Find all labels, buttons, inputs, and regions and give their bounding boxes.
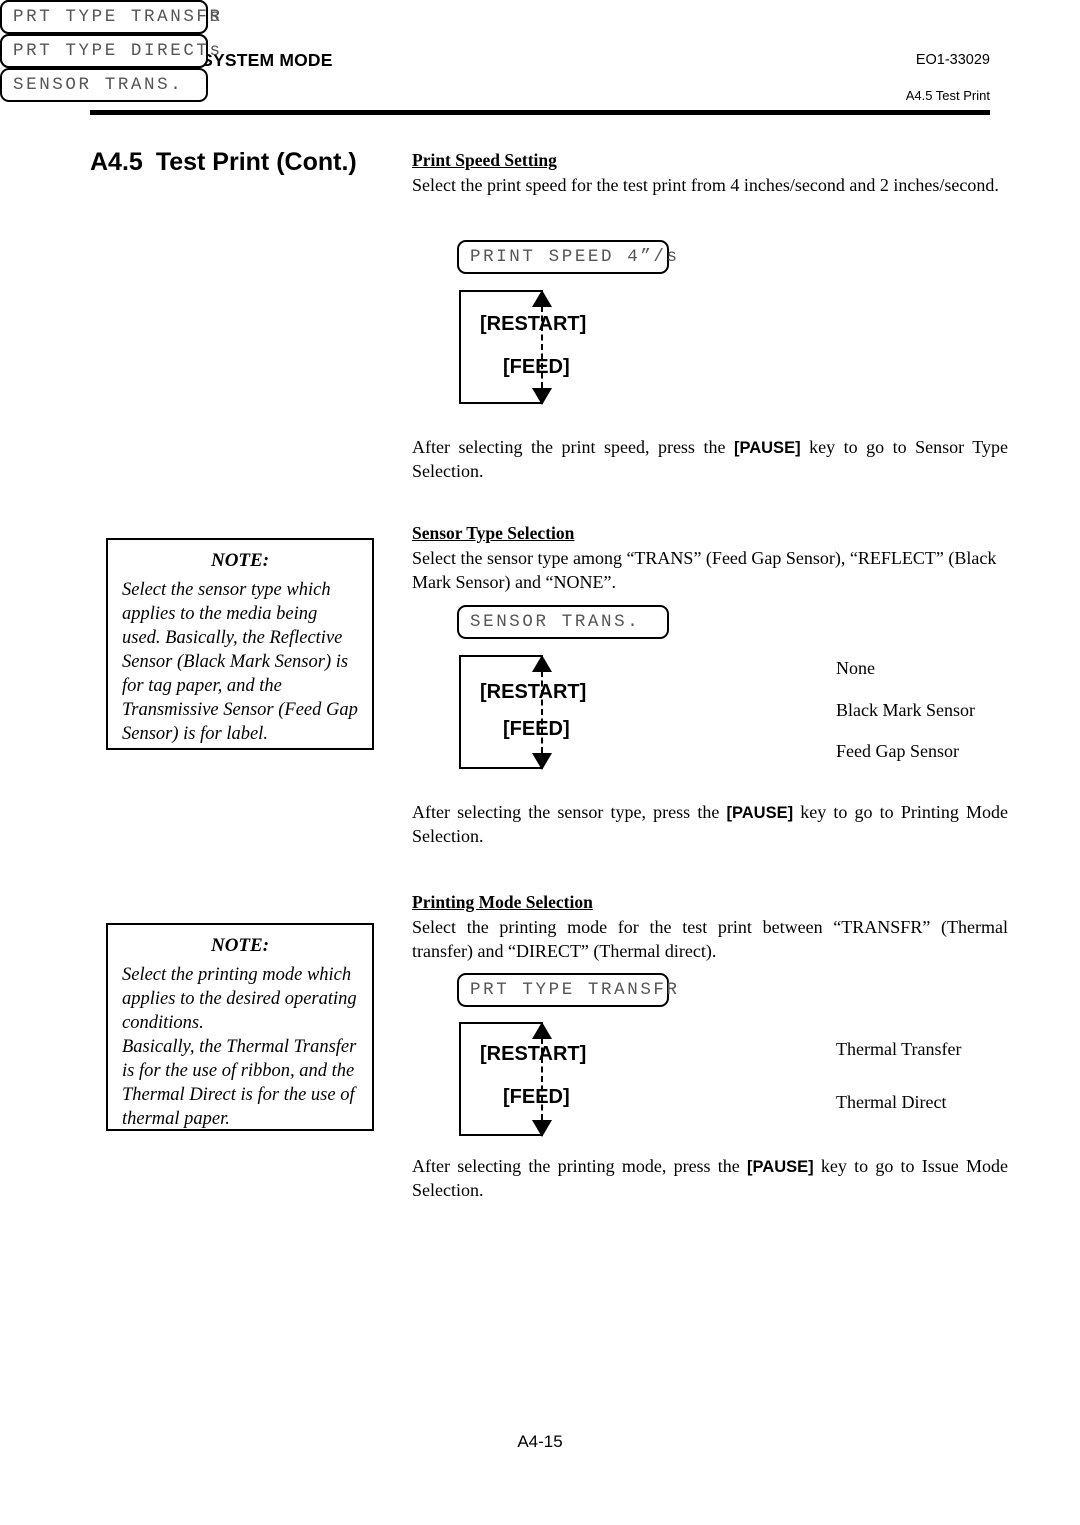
printing-mode-after-text: After selecting the printing mode, press… — [412, 1155, 1008, 1203]
printing-mode-option-0-label: Thermal Transfer — [836, 1039, 962, 1059]
key-pause-label-3: [PAUSE] — [747, 1158, 814, 1176]
page-number: A4-15 — [517, 1432, 563, 1451]
print-speed-section: Print Speed Setting Select the print spe… — [412, 150, 1008, 198]
sensor-option-0-label: None — [836, 658, 875, 678]
page-title: A4.5 Test Print (Cont.) — [90, 148, 357, 177]
note-title: NOTE: — [210, 550, 270, 571]
note-body: Select the sensor type which applies to … — [122, 580, 358, 745]
page-title-number: A4.5 — [90, 148, 143, 176]
arrow-up-icon — [532, 290, 552, 307]
arrow-down-icon — [532, 1120, 552, 1137]
lcd-sensor-option-2: SENSOR TRANS. — [0, 68, 208, 102]
loop-bracket-print-speed — [459, 290, 543, 404]
arrow-down-icon — [532, 388, 552, 405]
sensor-option-2-label: Feed Gap Sensor — [836, 741, 959, 761]
printing-mode-section: Printing Mode Selection Select the print… — [412, 892, 1008, 964]
printing-mode-heading: Printing Mode Selection — [412, 892, 593, 912]
print-speed-after-text: After selecting the print speed, press t… — [412, 436, 1008, 484]
print-speed-description: Select the print speed for the test prin… — [412, 174, 999, 195]
sensor-type-section: Sensor Type Selection Select the sensor … — [412, 523, 1008, 595]
lcd-sensor-current: SENSOR TRANS. — [457, 605, 669, 639]
key-feed-label-print-speed: [FEED] — [503, 356, 570, 378]
note-title: NOTE: — [210, 935, 270, 956]
key-feed-label-sensor: [FEED] — [503, 718, 570, 740]
key-pause-label-1: [PAUSE] — [733, 439, 801, 457]
note-body: Select the printing mode which applies t… — [122, 965, 357, 1130]
arrow-up-icon — [532, 1022, 552, 1039]
key-feed-label-printing-mode: [FEED] — [503, 1086, 570, 1108]
key-restart-label-sensor: [RESTART] — [480, 681, 587, 703]
note-box-printing-mode: NOTE: Select the printing mode which app… — [106, 923, 374, 1131]
key-pause-label-2: [PAUSE] — [726, 804, 794, 822]
key-restart-label-print-speed: [RESTART] — [480, 313, 587, 335]
printing-mode-option-1-label: Thermal Direct — [836, 1092, 947, 1112]
page-title-text: Test Print (Cont.) — [155, 148, 357, 176]
sensor-type-after-text: After selecting the sensor type, press t… — [412, 801, 1008, 849]
print-speed-after-text-1: After selecting the print speed, press t… — [412, 437, 734, 457]
lcd-print-speed-current: PRINT SPEED 4”/s — [457, 240, 677, 274]
printing-mode-after-text-1: After selecting the printing mode, press… — [412, 1156, 748, 1176]
note-box-sensor: NOTE: Select the sensor type which appli… — [106, 538, 374, 750]
lcd-printing-mode-current: PRT TYPE TRANSFR — [457, 973, 677, 1007]
printing-mode-description: Select the printing mode for the test pr… — [412, 916, 1008, 961]
key-restart-label-printing-mode: [RESTART] — [480, 1043, 587, 1065]
printing-mode-diagram: PRT TYPE TRANSFR [RESTART] [FEED] PRT TY… — [0, 0, 961, 1137]
lcd-printing-mode-option-0: PRT TYPE TRANSFR — [0, 0, 220, 34]
sensor-type-after-text-1: After selecting the sensor type, press t… — [412, 802, 727, 822]
arrow-down-icon — [532, 753, 552, 770]
arrow-up-icon — [532, 655, 552, 672]
page-header: APPENDIX 4 SYSTEM MODE EO1-33029 A4.5 Te… — [90, 44, 990, 116]
loop-bracket-printing-mode — [459, 1022, 543, 1136]
header-section-ref: A4.5 Test Print — [905, 88, 990, 103]
header-divider-rule — [90, 110, 990, 115]
header-doc-code: EO1-33029 — [915, 52, 990, 68]
lcd-printing-mode-option-1: PRT TYPE DIRECT — [0, 34, 208, 68]
print-speed-heading: Print Speed Setting — [412, 150, 557, 170]
sensor-option-1-label: Black Mark Sensor — [836, 700, 975, 720]
sensor-type-heading: Sensor Type Selection — [412, 523, 575, 543]
loop-bracket-sensor — [459, 655, 543, 769]
sensor-type-description: Select the sensor type among “TRANS” (Fe… — [412, 547, 997, 592]
